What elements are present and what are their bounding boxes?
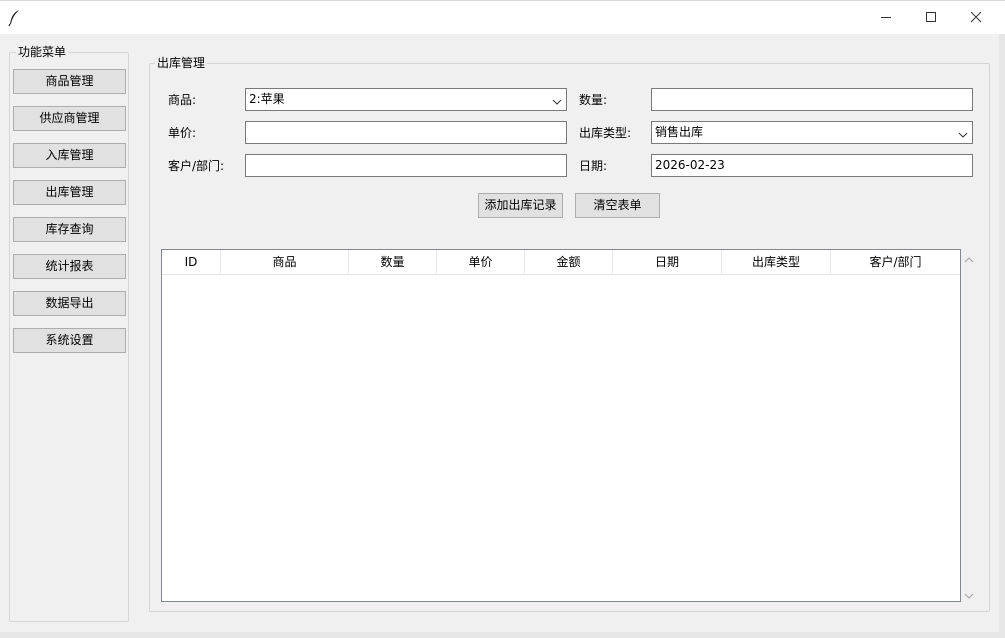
title-bar[interactable] bbox=[0, 0, 1005, 34]
minimize-button[interactable] bbox=[863, 1, 909, 35]
customer-label: 客户/部门: bbox=[168, 159, 225, 173]
maximize-icon bbox=[925, 11, 937, 26]
add-outbound-button[interactable]: 添加出库记录 bbox=[478, 193, 563, 218]
scroll-up-icon[interactable] bbox=[964, 253, 974, 267]
sidebar-item-supplier[interactable]: 供应商管理 bbox=[13, 106, 126, 131]
feather-icon bbox=[8, 9, 22, 27]
quantity-field[interactable] bbox=[651, 88, 973, 111]
column-header-date[interactable]: 日期 bbox=[613, 250, 722, 274]
sidebar-item-settings[interactable]: 系统设置 bbox=[13, 328, 126, 353]
product-label: 商品: bbox=[168, 93, 197, 107]
sidebar-item-inbound[interactable]: 入库管理 bbox=[13, 143, 126, 168]
column-header-customer[interactable]: 客户/部门 bbox=[831, 250, 960, 274]
close-icon bbox=[970, 11, 982, 26]
outbound-type-value: 销售出库 bbox=[655, 125, 704, 139]
outbound-type-select[interactable]: 销售出库 bbox=[651, 121, 973, 144]
date-field[interactable]: 2026-02-23 bbox=[651, 154, 973, 177]
desktop-edge-bottom bbox=[0, 632, 1005, 638]
chevron-down-icon bbox=[958, 126, 968, 138]
customer-field[interactable] bbox=[245, 154, 567, 177]
sidebar-item-product[interactable]: 商品管理 bbox=[13, 69, 126, 94]
sidebar-item-export[interactable]: 数据导出 bbox=[13, 291, 126, 316]
column-header-amount[interactable]: 金额 bbox=[525, 250, 613, 274]
quantity-label: 数量: bbox=[579, 93, 608, 107]
unit-price-field[interactable] bbox=[245, 121, 567, 144]
column-header-id[interactable]: ID bbox=[162, 250, 221, 274]
column-header-unit-price[interactable]: 单价 bbox=[437, 250, 525, 274]
column-header-type[interactable]: 出库类型 bbox=[722, 250, 831, 274]
clear-form-button[interactable]: 清空表单 bbox=[575, 193, 660, 218]
sidebar-item-outbound[interactable]: 出库管理 bbox=[13, 180, 126, 205]
column-header-product[interactable]: 商品 bbox=[221, 250, 349, 274]
date-label: 日期: bbox=[579, 159, 608, 173]
close-button[interactable] bbox=[953, 1, 999, 35]
sidebar-item-inventory[interactable]: 库存查询 bbox=[13, 217, 126, 242]
unit-price-label: 单价: bbox=[168, 126, 197, 140]
column-header-quantity[interactable]: 数量 bbox=[349, 250, 437, 274]
table-scrollbar[interactable] bbox=[961, 249, 978, 602]
maximize-button[interactable] bbox=[908, 1, 954, 35]
scroll-down-icon[interactable] bbox=[964, 589, 974, 603]
outbound-type-label: 出库类型: bbox=[579, 126, 632, 140]
product-select[interactable]: 2:苹果 bbox=[245, 88, 567, 111]
product-value: 2:苹果 bbox=[249, 92, 285, 106]
desktop-edge-right bbox=[999, 0, 1005, 638]
sidebar-item-report[interactable]: 统计报表 bbox=[13, 254, 126, 279]
outbound-table[interactable]: ID 商品 数量 单价 金额 日期 出库类型 客户/部门 bbox=[161, 249, 961, 602]
sidebar-title: 功能菜单 bbox=[16, 45, 69, 59]
minimize-icon bbox=[880, 11, 892, 26]
chevron-down-icon bbox=[552, 93, 562, 105]
table-header: ID 商品 数量 单价 金额 日期 出库类型 客户/部门 bbox=[162, 250, 960, 275]
outbound-title: 出库管理 bbox=[155, 56, 208, 70]
